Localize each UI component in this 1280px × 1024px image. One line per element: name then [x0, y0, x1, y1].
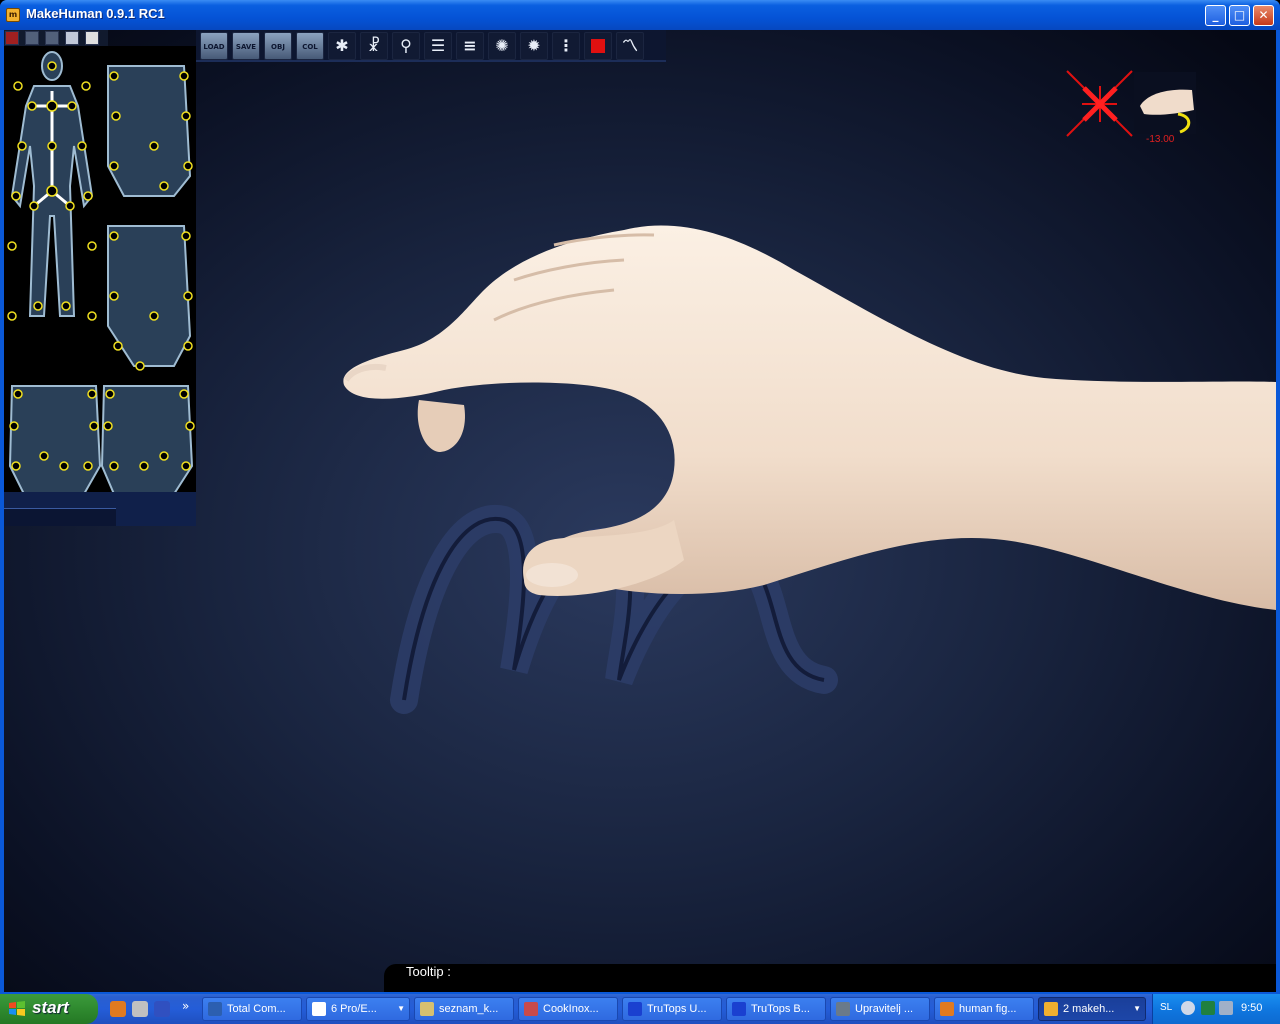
- task-total-commander[interactable]: Total Com...: [202, 997, 302, 1021]
- 3d-viewport[interactable]: -13.00 LOAD SAVE OBJ COL ✱ ☧ ⚲ ☰ ≡ ✺ ✹ ⋮…: [4, 30, 1276, 992]
- col-button[interactable]: COL: [296, 32, 324, 60]
- title-bar[interactable]: m MakeHuman 0.9.1 RC1 _ □ ✕: [0, 0, 1280, 30]
- close-button[interactable]: ✕: [1253, 5, 1274, 26]
- task-trutops-u[interactable]: TruTops U...: [622, 997, 722, 1021]
- tooltip-label: Tooltip :: [406, 964, 451, 979]
- hand-model[interactable]: [324, 200, 1276, 620]
- printer-icon[interactable]: [132, 1001, 148, 1017]
- obj-button[interactable]: OBJ: [264, 32, 292, 60]
- windows-logo-icon: [9, 1001, 25, 1016]
- slash-icon[interactable]: [65, 31, 80, 45]
- panel-footer-tab: [4, 508, 116, 526]
- firefox-icon: [940, 1002, 954, 1016]
- floppy-icon[interactable]: [154, 1001, 170, 1017]
- skeleton-icon[interactable]: ☧: [360, 32, 388, 60]
- task-seznam[interactable]: seznam_k...: [414, 997, 514, 1021]
- pose-selector-panel: [4, 46, 196, 495]
- start-button[interactable]: start: [0, 994, 98, 1024]
- bullet-list-icon[interactable]: ≡: [456, 32, 484, 60]
- language-indicator[interactable]: SL: [1160, 1002, 1172, 1013]
- dotted-list-icon[interactable]: ⋮: [552, 32, 580, 60]
- main-toolbar: LOAD SAVE OBJ COL ✱ ☧ ⚲ ☰ ≡ ✺ ✹ ⋮ 〽: [196, 30, 666, 62]
- load-button[interactable]: LOAD: [200, 32, 228, 60]
- task-cookinox[interactable]: CookInox...: [518, 997, 618, 1021]
- stop-button[interactable]: [584, 32, 612, 60]
- figure-icon[interactable]: ✱: [328, 32, 356, 60]
- splash-small-icon[interactable]: ✹: [520, 32, 548, 60]
- task-pro-e[interactable]: 6 Pro/E... ▼: [306, 997, 410, 1021]
- skeleton-joint-map[interactable]: [4, 46, 196, 495]
- system-tray: SL 9:50: [1152, 994, 1280, 1024]
- app-window-icon: [628, 1002, 642, 1016]
- chevron-down-icon: ▼: [397, 1004, 405, 1013]
- maximize-button[interactable]: □: [1229, 5, 1250, 26]
- grid-icon[interactable]: [25, 31, 40, 45]
- monitor-icon[interactable]: [1219, 1001, 1233, 1015]
- document-icon: [420, 1002, 434, 1016]
- app-icon: m: [6, 8, 20, 22]
- app-window: m MakeHuman 0.9.1 RC1 _ □ ✕ -13.00 LOAD …: [0, 0, 1280, 994]
- task-makehuman[interactable]: 2 makeh... ▼: [1038, 997, 1146, 1021]
- tooltip-bar: [384, 964, 1276, 992]
- save-button[interactable]: SAVE: [232, 32, 260, 60]
- network-icon[interactable]: [1201, 1001, 1215, 1015]
- start-label: start: [32, 998, 69, 1017]
- chevron-down-icon: ▼: [1133, 1004, 1141, 1013]
- list-icon[interactable]: ☰: [424, 32, 452, 60]
- x-icon[interactable]: [5, 31, 19, 45]
- computer-icon: [836, 1002, 850, 1016]
- task-trutops-b[interactable]: TruTops B...: [726, 997, 826, 1021]
- collapse-tray-icon[interactable]: [1181, 1001, 1195, 1015]
- window-icon: [312, 1002, 326, 1016]
- taskbar: start » Total Com... 6 Pro/E... ▼ seznam…: [0, 994, 1280, 1024]
- walking-figure-icon[interactable]: ⚲: [392, 32, 420, 60]
- tool-icon: [524, 1002, 538, 1016]
- app-window-icon: [732, 1002, 746, 1016]
- disk-icon: [208, 1002, 222, 1016]
- hand-rotation-widget[interactable]: [1062, 66, 1202, 176]
- checker-icon[interactable]: [85, 31, 100, 45]
- hand-rotation-value: -13.00: [1146, 134, 1175, 145]
- graph-icon[interactable]: 〽: [616, 32, 644, 60]
- task-human-figure[interactable]: human fig...: [934, 997, 1034, 1021]
- makehuman-icon: [1044, 1002, 1058, 1016]
- minimize-button[interactable]: _: [1205, 5, 1226, 26]
- splash-icon[interactable]: ✺: [488, 32, 516, 60]
- wireframe-icon[interactable]: [45, 31, 60, 45]
- task-upravitelj[interactable]: Upravitelj ...: [830, 997, 930, 1021]
- view-mode-toolbar: [4, 30, 108, 64]
- firefox-icon[interactable]: [110, 1001, 126, 1017]
- window-title: MakeHuman 0.9.1 RC1: [26, 6, 165, 21]
- quicklaunch-more-icon[interactable]: »: [182, 999, 189, 1013]
- clock: 9:50: [1241, 1002, 1263, 1014]
